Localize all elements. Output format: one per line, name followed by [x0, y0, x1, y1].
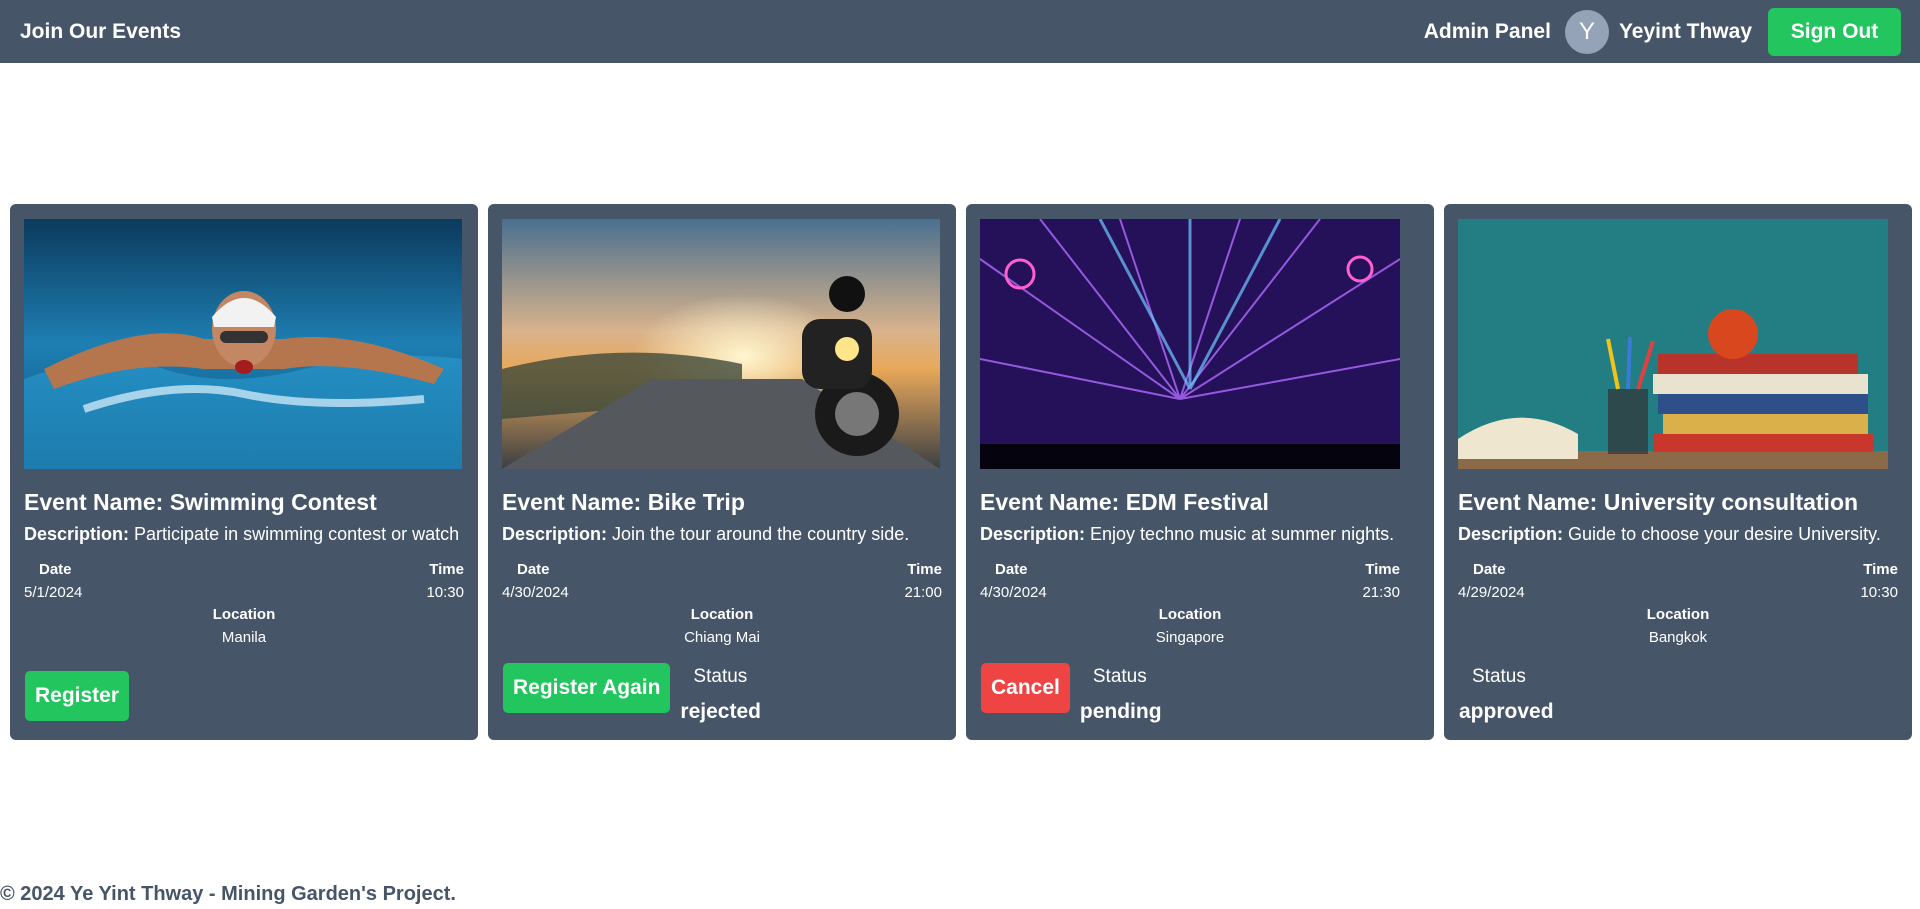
- status-badge: rejected: [680, 700, 761, 723]
- time-value: 10:30: [1860, 584, 1898, 601]
- date-label: Date: [1473, 561, 1506, 578]
- nav-right: Admin Panel Y Yeyint Thway Sign Out: [1424, 7, 1901, 56]
- date-value: 4/30/2024: [980, 584, 1047, 601]
- location-value: Singapore: [1155, 629, 1225, 646]
- event-name: Event Name: University consultation: [1458, 489, 1859, 515]
- location-value: Manila: [221, 629, 267, 646]
- event-card: Event Name: Bike Trip Description: Join …: [488, 204, 956, 740]
- date-label: Date: [517, 561, 550, 578]
- time-value: 21:00: [904, 584, 942, 601]
- brand-title[interactable]: Join Our Events: [20, 20, 181, 44]
- card-actions: Status approved: [1459, 663, 1554, 724]
- time-label: Time: [907, 561, 942, 578]
- event-card: Event Name: EDM Festival Description: En…: [966, 204, 1434, 740]
- footer-copyright: © 2024 Ye Yint Thway - Mining Garden's P…: [0, 883, 456, 905]
- cancel-button[interactable]: Cancel: [981, 663, 1070, 713]
- event-name: Event Name: Swimming Contest: [24, 489, 377, 515]
- top-navbar: Join Our Events Admin Panel Y Yeyint Thw…: [0, 0, 1920, 63]
- card-actions: Cancel Status pending: [981, 663, 1162, 724]
- date-label: Date: [995, 561, 1028, 578]
- event-card: Event Name: University consultation Desc…: [1444, 204, 1912, 740]
- register-again-button[interactable]: Register Again: [503, 663, 671, 713]
- motorcycle-photo: [502, 219, 940, 469]
- status-label: Status: [693, 666, 748, 687]
- time-label: Time: [1365, 561, 1400, 578]
- event-meta: Date 5/1/2024 Time 10:30 Location Manila: [24, 555, 464, 649]
- status-label: Status: [1472, 666, 1526, 687]
- sign-out-button[interactable]: Sign Out: [1768, 7, 1901, 56]
- event-name: Event Name: Bike Trip: [502, 489, 745, 515]
- admin-panel-link[interactable]: Admin Panel: [1424, 20, 1551, 44]
- event-meta: Date 4/30/2024 Time 21:00 Location Chian…: [502, 555, 942, 649]
- location-label: Location: [212, 606, 276, 623]
- date-value: 4/29/2024: [1458, 584, 1525, 601]
- status-badge: pending: [1079, 700, 1162, 723]
- time-value: 21:30: [1362, 584, 1400, 601]
- event-name: Event Name: EDM Festival: [980, 489, 1269, 515]
- time-label: Time: [1863, 561, 1898, 578]
- location-label: Location: [1646, 606, 1710, 623]
- books-apple-photo: [1458, 219, 1896, 469]
- event-meta: Date 4/30/2024 Time 21:30 Location Singa…: [980, 555, 1400, 649]
- event-meta: Date 4/29/2024 Time 10:30 Location Bangk…: [1458, 555, 1898, 649]
- time-value: 10:30: [426, 584, 464, 601]
- status-block: Status pending: [1080, 663, 1162, 724]
- event-description: Description: Enjoy techno music at summe…: [980, 524, 1395, 544]
- location-label: Location: [690, 606, 754, 623]
- location-label: Location: [1158, 606, 1222, 623]
- date-label: Date: [39, 561, 72, 578]
- time-label: Time: [429, 561, 464, 578]
- event-description: Description: Participate in swimming con…: [24, 524, 460, 544]
- status-block: Status rejected: [680, 663, 761, 724]
- location-value: Chiang Mai: [684, 629, 760, 646]
- event-description: Description: Guide to choose your desire…: [1458, 524, 1881, 544]
- swimmer-photo: [24, 219, 462, 469]
- concert-photo: [980, 219, 1418, 469]
- date-value: 4/30/2024: [502, 584, 569, 601]
- location-value: Bangkok: [1648, 629, 1708, 646]
- event-description: Description: Join the tour around the co…: [502, 524, 910, 544]
- date-value: 5/1/2024: [24, 584, 83, 601]
- status-label: Status: [1092, 666, 1147, 687]
- event-cards: Event Name: Swimming Contest Description…: [10, 204, 1912, 740]
- card-actions: Register: [25, 671, 130, 721]
- event-card: Event Name: Swimming Contest Description…: [10, 204, 478, 740]
- register-button[interactable]: Register: [25, 671, 130, 721]
- user-name: Yeyint Thway: [1618, 19, 1752, 43]
- avatar[interactable]: Y: [1564, 9, 1609, 54]
- status-block: Status approved: [1459, 663, 1554, 724]
- status-badge: approved: [1459, 700, 1554, 723]
- card-actions: Register Again Status rejected: [503, 663, 761, 724]
